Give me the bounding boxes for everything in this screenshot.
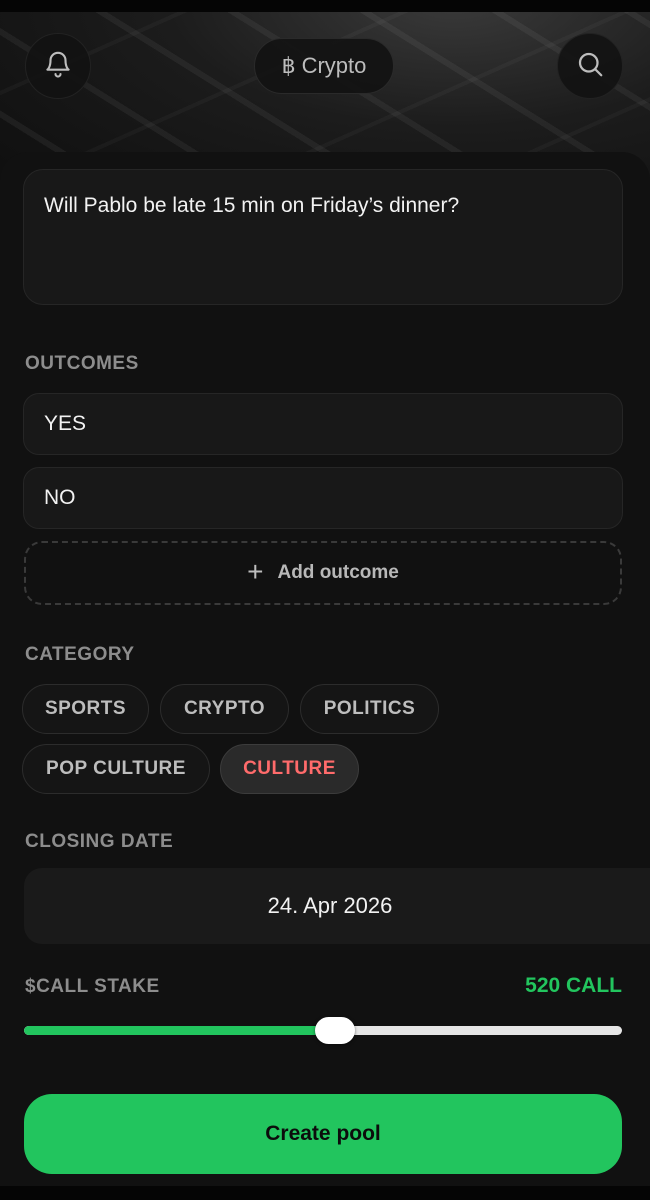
outcomes-label: OUTCOMES [25,353,139,374]
chip-crypto[interactable]: CRYPTO [160,684,289,734]
chip-sports[interactable]: SPORTS [22,684,149,734]
stake-slider-thumb[interactable] [314,1017,355,1044]
chip-label: CULTURE [243,758,336,779]
bell-icon [43,49,73,84]
search-icon [575,49,605,84]
outcome-text: YES [44,412,87,435]
category-label: CATEGORY [25,644,135,665]
add-outcome-label: Add outcome [277,562,399,583]
search-button[interactable] [557,33,623,99]
chip-culture-selected[interactable]: CULTURE [220,744,359,794]
outcome-text: NO [44,486,76,509]
chip-politics[interactable]: POLITICS [300,684,439,734]
chip-label: POLITICS [323,698,416,719]
status-bar [0,0,650,12]
question-text: Will Pablo be late 15 min on Friday’s di… [44,194,460,217]
question-input[interactable]: Will Pablo be late 15 min on Friday’s di… [23,169,623,305]
closing-date-value: 24. Apr 2026 [267,893,393,918]
bitcoin-icon: ฿ [281,53,296,78]
add-outcome-button[interactable]: + Add outcome [24,541,622,605]
outcome-no-input[interactable]: NO [23,467,623,529]
plus-icon: + [247,555,264,587]
stake-value: 520 CALL [525,974,622,997]
chip-pop-culture[interactable]: POP CULTURE [22,744,210,794]
chip-label: SPORTS [44,698,127,719]
home-indicator-bar [0,1186,650,1200]
notifications-button[interactable] [25,33,91,99]
create-pool-button[interactable]: Create pool [24,1094,622,1174]
chip-label: CRYPTO [183,698,266,719]
closing-date-label: CLOSING DATE [25,831,174,852]
stake-label: $CALL STAKE [25,976,160,997]
stake-slider-fill [24,1026,335,1035]
closing-date-picker[interactable]: 24. Apr 2026 [24,868,650,944]
category-selector-pill[interactable]: ฿ Crypto [254,38,394,94]
chip-label: POP CULTURE [46,758,186,779]
outcome-yes-input[interactable]: YES [23,393,623,455]
category-pill-label: Crypto [301,53,367,78]
create-pool-label: Create pool [265,1122,381,1145]
create-pool-screen: ฿ Crypto Will Pablo be late 15 min on Fr… [0,0,650,1200]
